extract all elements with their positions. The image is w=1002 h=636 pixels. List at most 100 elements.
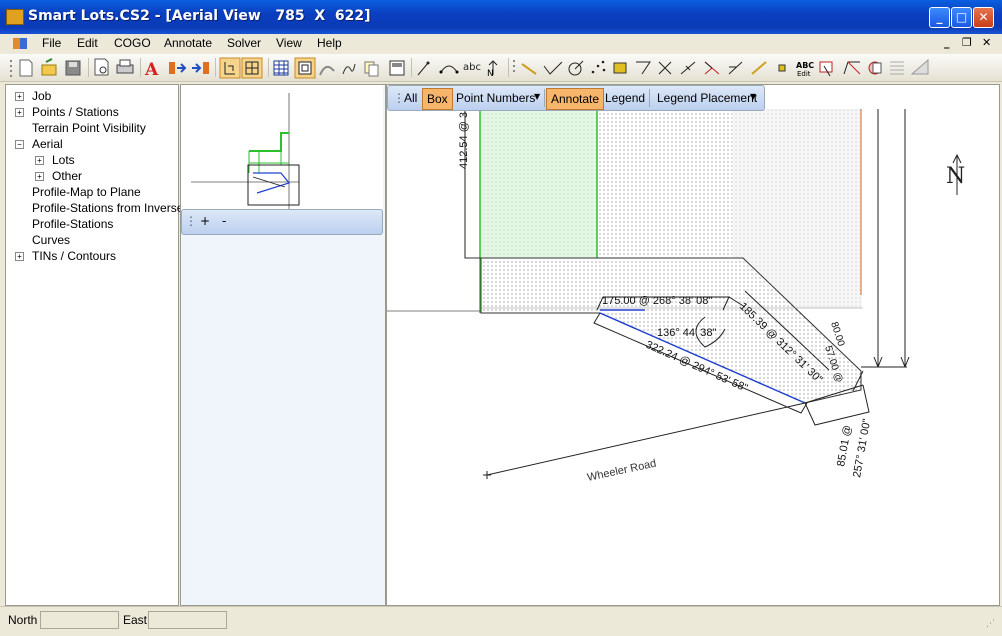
menu-cogo[interactable]: COGO: [114, 36, 151, 50]
svg-text:abc: abc: [463, 62, 481, 73]
point-numbers-chevron-icon[interactable]: ▼: [534, 92, 540, 101]
import-icon: [192, 62, 209, 74]
curve-icon: [319, 65, 335, 76]
bisect-icon: [680, 61, 696, 75]
dim-label-bottom-1: 85.01 @: [835, 424, 854, 467]
tree-item-label: Aerial: [32, 137, 63, 151]
export-icon: [169, 62, 187, 74]
tree-item-curves[interactable]: Curves: [6, 232, 176, 248]
menu-annotate[interactable]: Annotate: [164, 36, 212, 50]
tree-item-job[interactable]: + Job: [6, 88, 176, 104]
zoom-in-button[interactable]: +: [200, 214, 210, 228]
north-label: North: [8, 613, 38, 627]
point-numbers-dropdown[interactable]: Point Numbers: [452, 88, 539, 108]
survey-drawing: N 412.54 @ 3 175.00 @ 268° 38' 08" 136° …: [387, 109, 965, 484]
dim-label-angle: 136° 44' 38": [657, 327, 716, 339]
title-bar[interactable]: Smart Lots.CS2 - [Aerial View 785 X 622]…: [0, 0, 1002, 34]
aerial-view-canvas[interactable]: ⋮ All Box Point Numbers ▼ Annotate Legen…: [386, 84, 1000, 606]
tree-item-label: Profile-Stations: [32, 217, 114, 231]
svg-text:N: N: [487, 69, 494, 79]
all-button[interactable]: All: [400, 88, 421, 108]
dim-label-bottom-2: 257° 31' 00": [851, 418, 873, 479]
canvas-toolbar: ⋮ All Box Point Numbers ▼ Annotate Legen…: [387, 85, 765, 111]
expand-icon[interactable]: +: [15, 108, 24, 117]
tree-item-aerial[interactable]: − Aerial: [6, 136, 176, 152]
tree-item-other[interactable]: + Other: [6, 168, 176, 184]
circle-target-icon: [568, 60, 584, 76]
mdi-restore-icon[interactable]: ❐: [962, 36, 972, 49]
tree-item-label: Terrain Point Visibility: [32, 121, 146, 135]
menu-file[interactable]: File: [42, 36, 61, 50]
tree-item-points-stations[interactable]: + Points / Stations: [6, 104, 176, 120]
mdi-minimize-icon[interactable]: _: [944, 36, 950, 49]
menu-help[interactable]: Help: [317, 36, 342, 50]
legend-placement-dropdown[interactable]: Legend Placement: [653, 88, 761, 108]
zoom-toolbar-grip: ⋮: [185, 214, 197, 228]
tree-item-label: Profile-Stations from Inverse: [32, 201, 184, 215]
north-label: N: [946, 164, 965, 189]
tree-item-terrain-point-visibility[interactable]: Terrain Point Visibility: [6, 120, 176, 136]
expand-icon[interactable]: +: [35, 156, 44, 165]
svg-text:ABC: ABC: [796, 61, 814, 70]
copy-icon: [364, 61, 379, 77]
layers-icon: [868, 61, 882, 75]
tree-item-label: TINs / Contours: [32, 249, 117, 263]
toolbar2-grip: [513, 60, 515, 72]
canvas-toolbar-separator: [544, 89, 545, 107]
triangle-icon: [910, 58, 929, 75]
minimize-button[interactable]: _: [929, 7, 950, 28]
north-field: [40, 611, 119, 629]
print-icon: [116, 59, 134, 74]
hatch-icon: [890, 61, 904, 75]
measure-icon: [521, 63, 537, 75]
new-file-icon: [19, 59, 33, 77]
north-arrow-icon: N: [487, 60, 498, 79]
annotate-icon: [819, 61, 833, 77]
dim-label-top-edge: 175.00 @ 268° 38' 08": [602, 295, 712, 307]
tree-item-label: Lots: [52, 153, 75, 167]
toolbar-grip: [10, 60, 12, 77]
svg-text:A: A: [144, 60, 159, 80]
points-icon: [591, 60, 606, 74]
east-label: East: [123, 613, 148, 627]
tree-item-label: Points / Stations: [32, 105, 119, 119]
toolbar-icons: A abc N ABCEdit: [10, 57, 929, 80]
menu-solver[interactable]: Solver: [227, 36, 261, 50]
tree-item-profile-stations-from-inverse[interactable]: Profile-Stations from Inverse: [6, 200, 183, 216]
angle-icon: [543, 61, 563, 75]
expand-icon[interactable]: +: [35, 172, 44, 181]
abc-edit-icon: ABCEdit: [796, 61, 814, 78]
project-tree: + Job + Points / Stations Terrain Point Visi…: [5, 84, 183, 606]
tree-item-label: Job: [32, 89, 52, 103]
menu-view[interactable]: View: [276, 36, 302, 50]
dim-label-top-left: 412.54 @ 3: [458, 112, 470, 169]
collapse-icon[interactable]: −: [15, 140, 24, 149]
tree-item-label: Profile-Map to Plane: [32, 185, 141, 199]
annotate-button[interactable]: Annotate: [546, 88, 605, 110]
resize-grip-icon[interactable]: ⋰: [986, 619, 995, 629]
tree-item-lots[interactable]: + Lots: [6, 152, 176, 168]
frame-icon: [298, 61, 312, 75]
legend-button[interactable]: Legend: [601, 88, 649, 108]
menu-edit[interactable]: Edit: [77, 36, 98, 50]
mdi-child-icon[interactable]: [13, 38, 27, 49]
zoom-out-button[interactable]: -: [222, 214, 226, 228]
print-preview-icon: [94, 58, 109, 76]
main-toolbar: A abc N ABC Edit: [0, 54, 1002, 82]
tree-item-tins-contours[interactable]: + TINs / Contours: [6, 248, 176, 264]
tree-item-profile-map-to-plane[interactable]: Profile-Map to Plane: [6, 184, 176, 200]
parcel-dotted: [597, 109, 732, 258]
tree-item-profile-stations[interactable]: Profile-Stations: [6, 216, 176, 232]
window-title: Smart Lots.CS2 - [Aerial View 785 X 622]: [28, 8, 371, 24]
maximize-button[interactable]: □: [951, 7, 972, 28]
close-button[interactable]: ✕: [973, 7, 994, 28]
mdi-close-icon[interactable]: ✕: [982, 36, 991, 49]
save-icon: [65, 60, 81, 76]
mini-map[interactable]: [181, 85, 383, 250]
expand-icon[interactable]: +: [15, 252, 24, 261]
box-button[interactable]: Box: [422, 88, 453, 110]
expand-icon[interactable]: +: [15, 92, 24, 101]
app-icon[interactable]: [6, 9, 24, 25]
mini-map-drawing: [191, 93, 300, 250]
legend-placement-chevron-icon[interactable]: ▼: [750, 92, 756, 101]
